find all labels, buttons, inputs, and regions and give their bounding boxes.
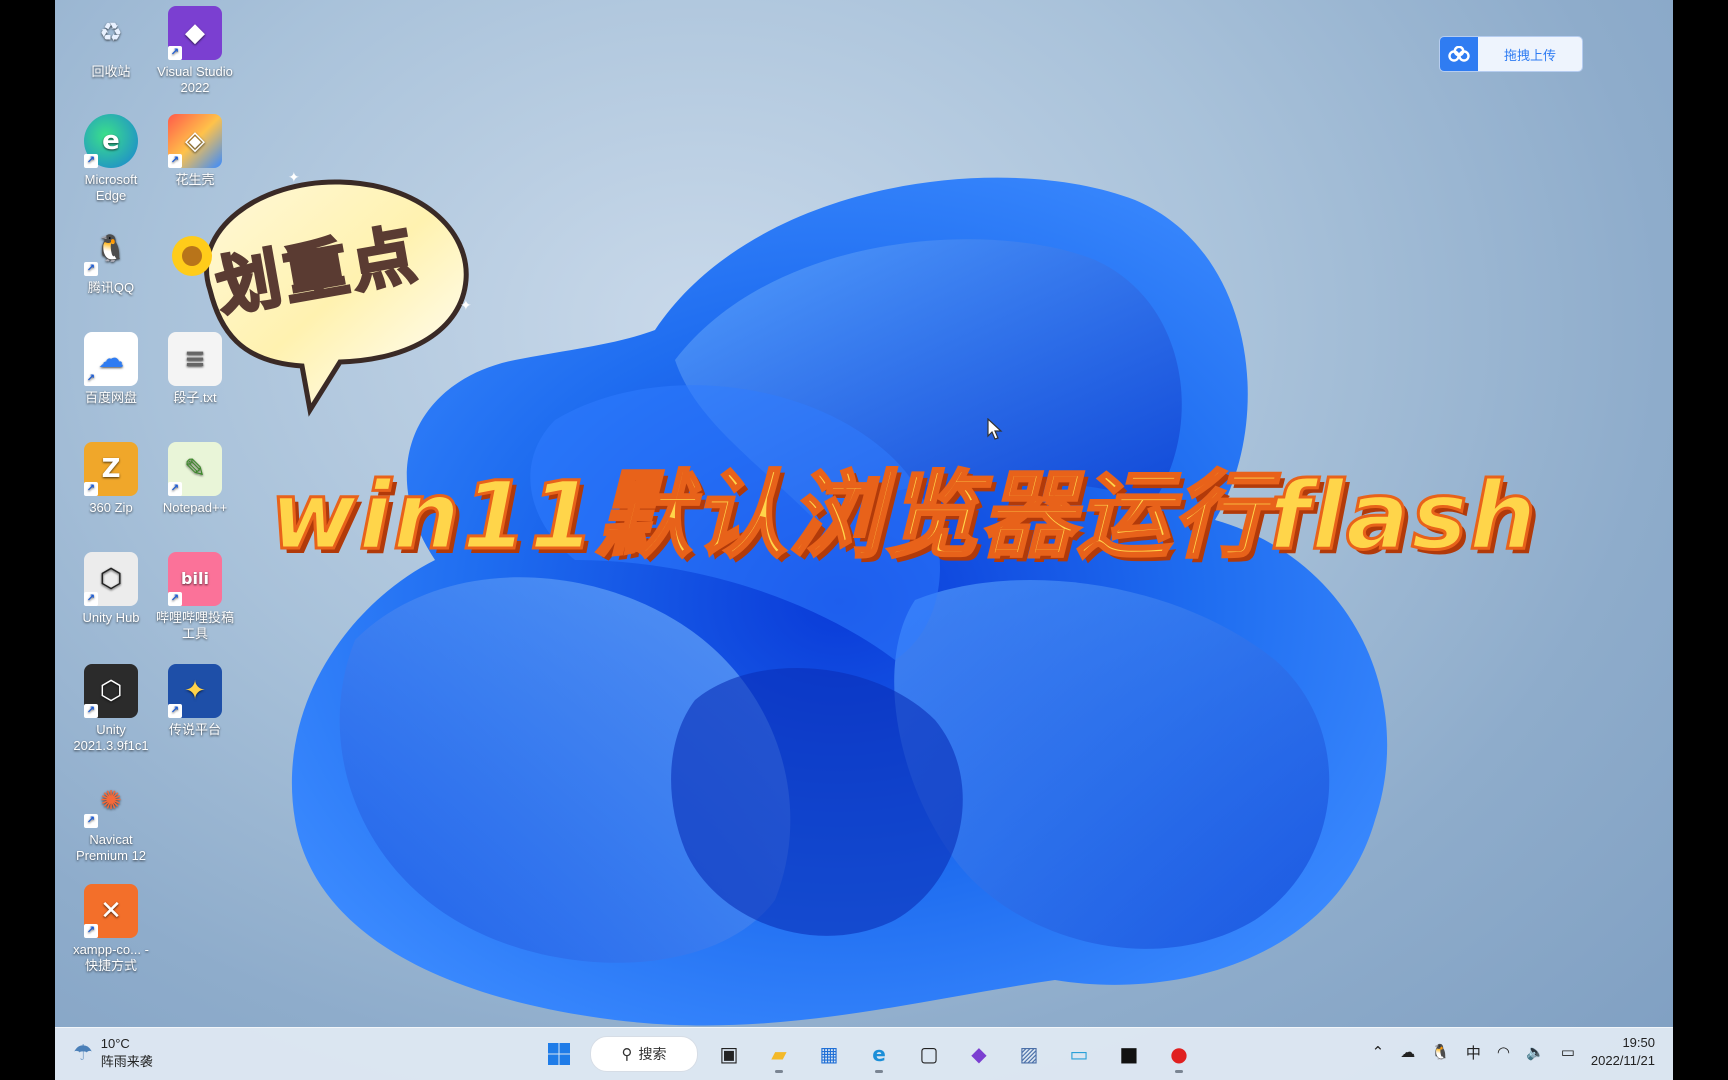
desktop-icon-label: 回收站 [91, 64, 131, 79]
windows-logo-icon [548, 1043, 570, 1065]
drag-upload-label: 拖拽上传 [1503, 47, 1556, 63]
window-app-icon: ▭ [1069, 1042, 1089, 1066]
bilibili-taskbar-button[interactable]: ▢ [910, 1034, 948, 1074]
file-explorer-button[interactable]: ▰ [760, 1034, 798, 1074]
desktop-icon-bilibili-uploader[interactable]: bili ↗ 哔哩哔哩投稿工具 [153, 552, 237, 642]
desktop-icon-label: xampp-co... - 快捷方式 [73, 942, 149, 973]
edge-taskbar-button[interactable]: e [860, 1034, 898, 1074]
desktop-icon-label: 哔哩哔哩投稿工具 [155, 610, 234, 641]
image-viewer-icon: ▨ [1019, 1042, 1039, 1066]
terminal-icon: ■ [1119, 1042, 1139, 1066]
input-method-indicator[interactable]: 中 [1466, 1042, 1481, 1063]
folder-icon: ▰ [771, 1042, 787, 1066]
desktop-icon-label: 传说平台 [168, 722, 221, 737]
weather-temperature: 10°C [100, 1036, 130, 1051]
desktop-icon-unity-hub[interactable]: ⬡ ↗ Unity Hub [69, 552, 153, 626]
clock[interactable]: 19:50 2022/11/21 [1591, 1034, 1655, 1070]
desktop-icon-label: 腾讯QQ [87, 280, 135, 295]
clock-date: 2022/11/21 [1590, 1053, 1655, 1068]
drag-upload-button[interactable]: 拖拽上传 [1439, 36, 1583, 72]
svg-text:✦: ✦ [460, 297, 472, 313]
volume-icon[interactable]: 🔈 [1526, 1043, 1545, 1061]
unity-icon: ⬡ ↗ [84, 664, 138, 718]
desktop-icon-navicat[interactable]: ✺ ↗ Navicat Premium 12 [69, 774, 153, 864]
store-button[interactable]: ▦ [810, 1034, 848, 1074]
desktop-icon-visual-studio[interactable]: ◆ ↗ Visual Studio 2022 [153, 6, 237, 96]
record-icon: ● [1170, 1042, 1188, 1066]
svg-text:✦: ✦ [288, 170, 300, 185]
desktop-icon-xampp[interactable]: ✕ ↗ xampp-co... - 快捷方式 [69, 884, 153, 974]
terminal-taskbar-button[interactable]: ■ [1110, 1034, 1148, 1074]
desktop-icon-edge[interactable]: e ↗ Microsoft Edge [69, 114, 153, 204]
weather-widget[interactable]: ☂ 10°C 阵雨来袭 [73, 1036, 153, 1070]
edge-icon: e ↗ [84, 114, 138, 168]
desktop-icon-baidu-netdisk[interactable]: ☁ ↗ 百度网盘 [69, 332, 153, 406]
desktop-icon-label: Visual Studio 2022 [157, 64, 233, 95]
video-title-overlay: win11默认浏览器运行flash [268, 461, 1539, 573]
desktop-icon-label: 360 Zip [89, 500, 133, 515]
baidu-cloud-icon [1440, 37, 1478, 71]
game-platform-icon: ✦ ↗ [168, 664, 222, 718]
mouse-cursor-icon [987, 418, 1003, 440]
desktop-icon-unity-editor[interactable]: ⬡ ↗ Unity 2021.3.9f1c1 [69, 664, 153, 754]
visual-studio-icon: ◆ ↗ [168, 6, 222, 60]
oray-cube-icon: ◈ ↗ [168, 114, 222, 168]
store-icon: ▦ [819, 1042, 839, 1066]
baidu-netdisk-icon: ☁ ↗ [84, 332, 138, 386]
search-icon: ⚲ [621, 1046, 633, 1063]
chevron-up-icon[interactable]: ⌃ [1372, 1043, 1385, 1061]
desktop-icon-legend-platform[interactable]: ✦ ↗ 传说平台 [153, 664, 237, 738]
weather-condition: 阵雨来袭 [100, 1054, 153, 1069]
task-view-button[interactable]: ▣ [710, 1034, 748, 1074]
recorder-taskbar-button[interactable]: ● [1160, 1034, 1198, 1074]
desktop: ♻ 回收站 ◆ ↗ Visual Studio 2022 e ↗ Microsoft… [55, 0, 1673, 1080]
visual-studio-taskbar-button[interactable]: ◆ [960, 1034, 998, 1074]
bilibili-icon: bili ↗ [168, 552, 222, 606]
desktop-icon-label: Microsoft Edge [84, 172, 138, 203]
taskbar-search-label: 搜索 [638, 1046, 667, 1062]
start-button[interactable] [540, 1034, 578, 1074]
unity-hub-icon: ⬡ ↗ [84, 552, 138, 606]
qq-tray-icon[interactable]: 🐧 [1431, 1043, 1450, 1061]
taskbar-apps: ⚲ 搜索 ▣ ▰ ▦ e ▢ ◆ ▨ ▭ ■ ● [540, 1034, 1198, 1074]
taskbar: ☂ 10°C 阵雨来袭 ⚲ 搜索 ▣ ▰ ▦ e ▢ ◆ ▨ ▭ ■ ● ⌃ ☁… [55, 1027, 1673, 1080]
recycle-bin-icon: ♻ [99, 18, 123, 48]
onedrive-cloud-icon[interactable]: ☁ [1400, 1043, 1415, 1061]
desktop-icon-label: Unity 2021.3.9f1c1 [73, 722, 149, 753]
desktop-icon-label: Unity Hub [82, 610, 140, 625]
task-view-icon: ▣ [719, 1042, 739, 1066]
desktop-icon-label: Notepad++ [162, 500, 228, 515]
battery-icon[interactable]: ▭ [1561, 1043, 1575, 1061]
qq-penguin-icon: 🐧 ↗ [84, 222, 138, 276]
taskbar-search[interactable]: ⚲ 搜索 [590, 1036, 698, 1072]
desktop-icon-notepadpp[interactable]: ✎ ↗ Notepad++ [153, 442, 237, 516]
edge-icon: e [872, 1042, 886, 1066]
clock-time: 19:50 [1622, 1035, 1655, 1050]
bilibili-tv-icon: ▢ [919, 1042, 939, 1066]
system-tray: ⌃ ☁ 🐧 中 ◠ 🔈 ▭ 19:50 2022/11/21 [1372, 1034, 1655, 1070]
notepadpp-icon: ✎ ↗ [168, 442, 222, 496]
desktop-icon-label: 百度网盘 [84, 390, 137, 405]
desktop-icon-360zip[interactable]: Z ↗ 360 Zip [69, 442, 153, 516]
desktop-icon-qq[interactable]: 🐧 ↗ 腾讯QQ [69, 222, 153, 296]
app-taskbar-button[interactable]: ▭ [1060, 1034, 1098, 1074]
desktop-icon-recycle-bin[interactable]: ♻ 回收站 [69, 6, 153, 80]
wifi-icon[interactable]: ◠ [1497, 1043, 1510, 1061]
xampp-icon: ✕ ↗ [84, 884, 138, 938]
zip-archive-icon: Z ↗ [84, 442, 138, 496]
rain-cloud-icon: ☂ [73, 1040, 93, 1065]
photos-taskbar-button[interactable]: ▨ [1010, 1034, 1048, 1074]
navicat-icon: ✺ ↗ [84, 774, 138, 828]
desktop-icon-label: Navicat Premium 12 [75, 832, 147, 863]
visual-studio-icon: ◆ [971, 1042, 987, 1066]
